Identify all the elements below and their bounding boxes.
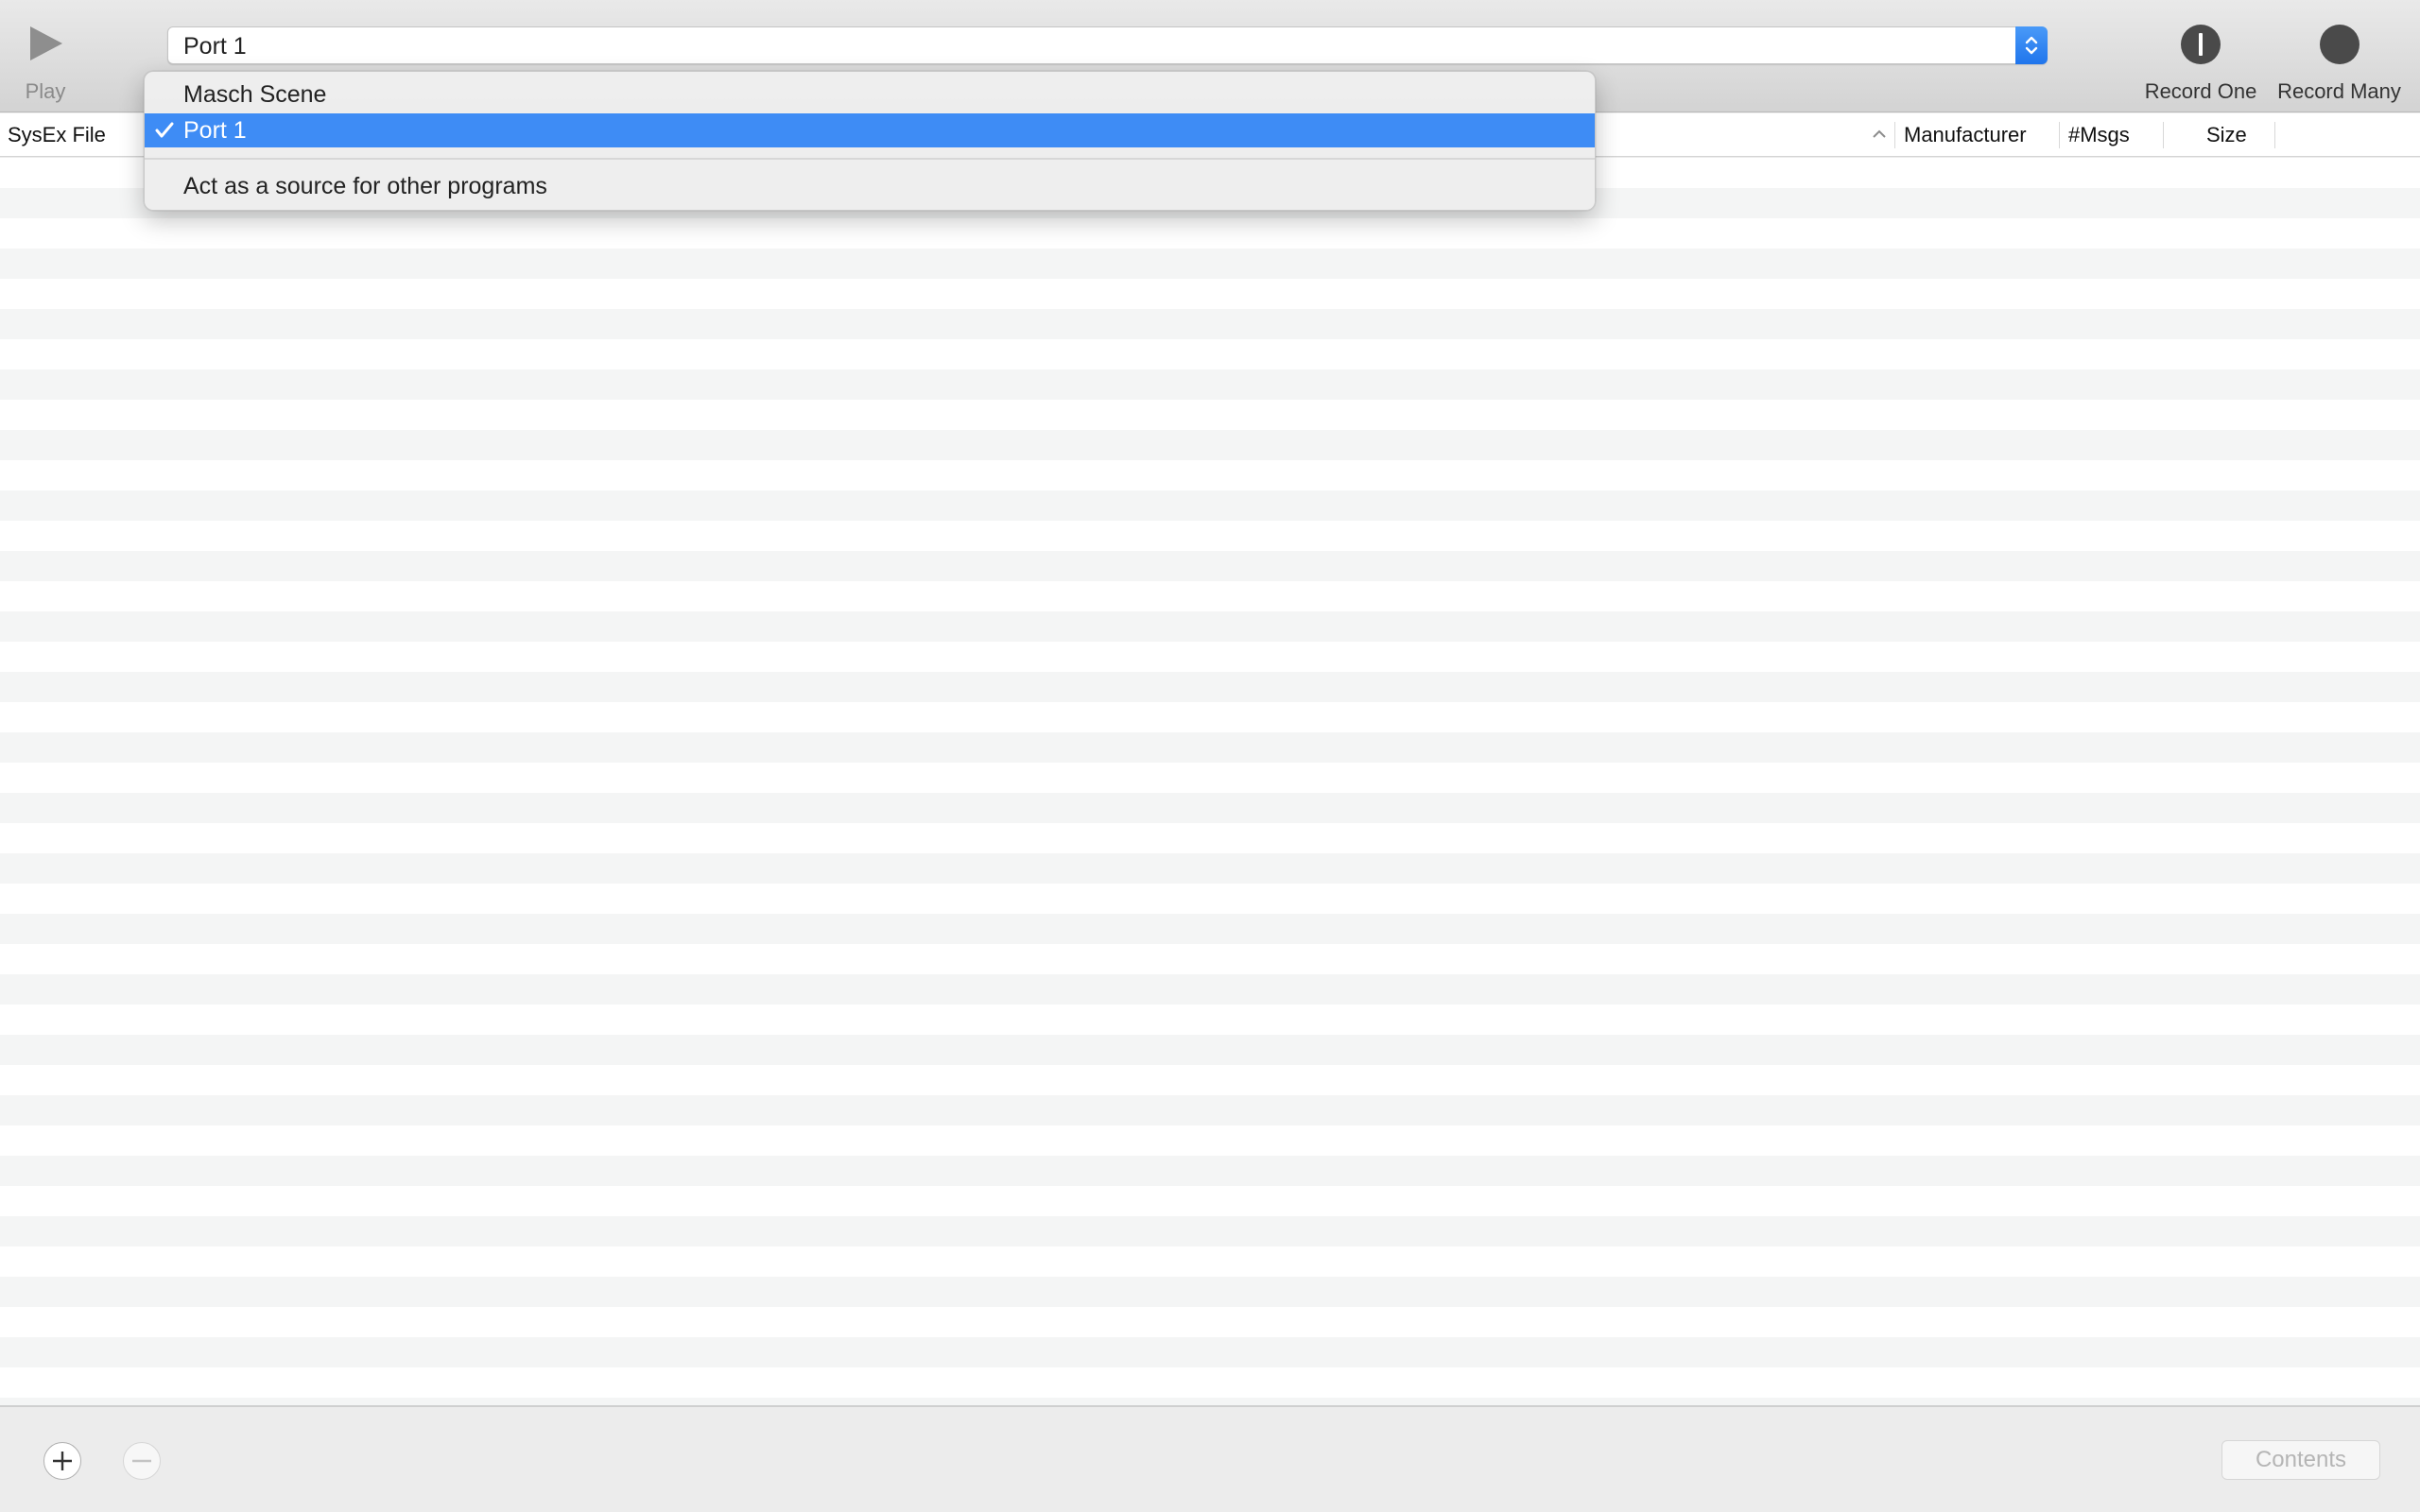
record-one-icon [2181,25,2221,64]
record-one-button[interactable]: Record One [2135,0,2267,112]
remove-button[interactable] [123,1442,161,1480]
record-many-icon [2319,25,2360,64]
port-select[interactable]: Port 1 [167,26,2048,64]
menu-item-label: Masch Scene [183,81,327,108]
sysex-file-list[interactable] [0,158,2420,1405]
menu-item-act-as-source[interactable]: Act as a source for other programs [145,169,1595,203]
add-button[interactable] [43,1442,81,1480]
record-many-label: Record Many [2277,79,2401,103]
popup-arrows-icon [2015,26,2048,64]
menu-item-masch-scene[interactable]: Masch Scene [145,77,1595,112]
port-select-value: Port 1 [183,33,247,60]
menu-separator [145,158,1595,160]
plus-icon [53,1452,72,1470]
column-header-size[interactable]: Size [2206,113,2247,157]
contents-button[interactable]: Contents [2221,1440,2380,1480]
play-icon [30,26,62,60]
menu-item-label: Act as a source for other programs [183,173,547,199]
record-many-button[interactable]: Record Many [2271,0,2408,112]
column-header-manufacturer[interactable]: Manufacturer [1904,113,2027,157]
menu-item-label: Port 1 [183,117,247,144]
play-button[interactable]: Play [11,0,79,112]
column-divider[interactable] [2274,122,2275,148]
column-divider[interactable] [2059,122,2060,148]
app-window: Play Port 1 Record One Record Many SysEx… [0,0,2420,1512]
checkmark-icon [155,122,174,138]
column-header-msgs[interactable]: #Msgs [2068,113,2130,157]
port-dropdown-menu: Masch Scene Port 1 Act as a source for o… [144,71,1596,211]
column-divider[interactable] [1894,122,1895,148]
column-divider[interactable] [2163,122,2164,148]
sort-ascending-icon [1873,129,1886,138]
bottom-bar: Contents [0,1405,2420,1512]
menu-item-port-1[interactable]: Port 1 [145,113,1595,147]
column-header-sysex-file[interactable]: SysEx File [8,113,106,157]
play-label: Play [25,79,66,103]
record-one-label: Record One [2144,79,2257,103]
minus-icon [132,1459,151,1463]
